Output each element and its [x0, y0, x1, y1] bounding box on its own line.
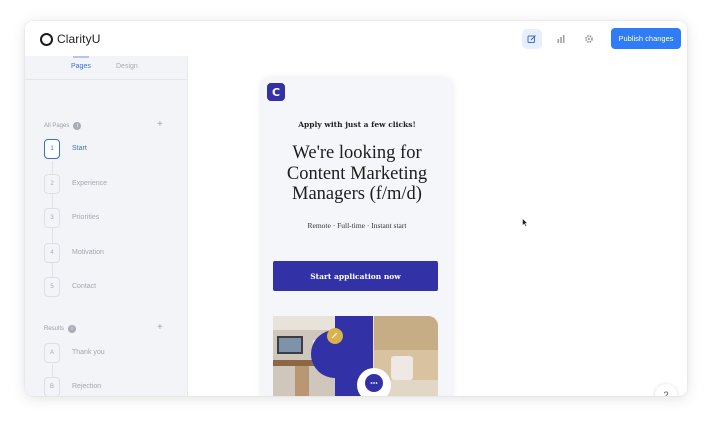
settings-icon[interactable] — [579, 29, 599, 49]
preview-subheading[interactable]: Apply with just a few clicks! — [262, 120, 452, 129]
results-title: Results — [44, 326, 65, 332]
brand-logo: C — [267, 83, 285, 101]
editor-canvas[interactable]: C Apply with just a few clicks! We're lo… — [188, 56, 687, 396]
page-item-experience[interactable]: 2 Experience — [44, 174, 174, 196]
logo-ring-icon — [40, 32, 53, 46]
info-icon[interactable]: i — [68, 325, 77, 333]
chat-icon[interactable] — [365, 374, 383, 392]
app-logo[interactable]: ClarityU — [40, 31, 100, 47]
analytics-icon[interactable] — [551, 29, 571, 49]
page-number: 4 — [44, 243, 60, 263]
preview-job-meta[interactable]: Remote · Full-time · Instant start — [262, 221, 452, 230]
tab-design[interactable]: Design — [116, 63, 138, 70]
page-number: 2 — [44, 174, 60, 194]
tab-indicator — [73, 56, 89, 58]
app-window: ClarityU Publish changes Pages Design Al… — [25, 21, 687, 396]
result-item-thank-you[interactable]: A Thank you — [44, 343, 174, 365]
preview-hero-image[interactable] — [273, 316, 438, 396]
publish-changes-button[interactable]: Publish changes — [611, 28, 681, 49]
page-item-contact[interactable]: 5 Contact — [44, 277, 174, 299]
all-pages-title: All Pages — [44, 123, 70, 129]
sidebar: Pages Design All Pages i + 1 Start 2 Exp… — [25, 56, 188, 396]
page-label: Start — [72, 145, 87, 152]
page-label: Priorities — [72, 214, 100, 221]
page-item-motivation[interactable]: 4 Motivation — [44, 243, 174, 265]
start-application-button[interactable]: Start application now — [273, 261, 438, 291]
tab-pages[interactable]: Pages — [71, 63, 91, 70]
all-pages-heading: All Pages i — [44, 122, 82, 130]
result-letter: B — [44, 377, 60, 396]
result-label: Rejection — [72, 383, 102, 390]
page-label: Experience — [72, 180, 108, 187]
page-number: 1 — [44, 139, 60, 159]
add-page-icon[interactable]: + — [157, 120, 163, 130]
edit-icon[interactable] — [522, 29, 542, 49]
page-label: Contact — [72, 283, 97, 290]
preview-headline[interactable]: We're looking for Content Marketing Mana… — [272, 143, 442, 205]
result-letter: A — [44, 343, 60, 363]
result-item-rejection[interactable]: B Rejection — [44, 377, 174, 396]
app-name: ClarityU — [57, 32, 101, 46]
page-number: 3 — [44, 208, 60, 228]
page-item-priorities[interactable]: 3 Priorities — [44, 208, 174, 230]
result-label: Thank you — [72, 349, 105, 356]
results-heading: Results i — [44, 325, 77, 333]
page-number: 5 — [44, 277, 60, 297]
add-result-icon[interactable]: + — [157, 323, 163, 333]
top-bar: ClarityU Publish changes — [25, 21, 687, 57]
sidebar-tabs: Pages Design — [25, 56, 187, 80]
mobile-preview[interactable]: C Apply with just a few clicks! We're lo… — [262, 78, 452, 396]
page-label: Motivation — [72, 249, 104, 256]
mouse-cursor-icon — [522, 218, 528, 227]
page-item-start[interactable]: 1 Start — [44, 139, 174, 161]
info-icon[interactable]: i — [73, 122, 82, 130]
